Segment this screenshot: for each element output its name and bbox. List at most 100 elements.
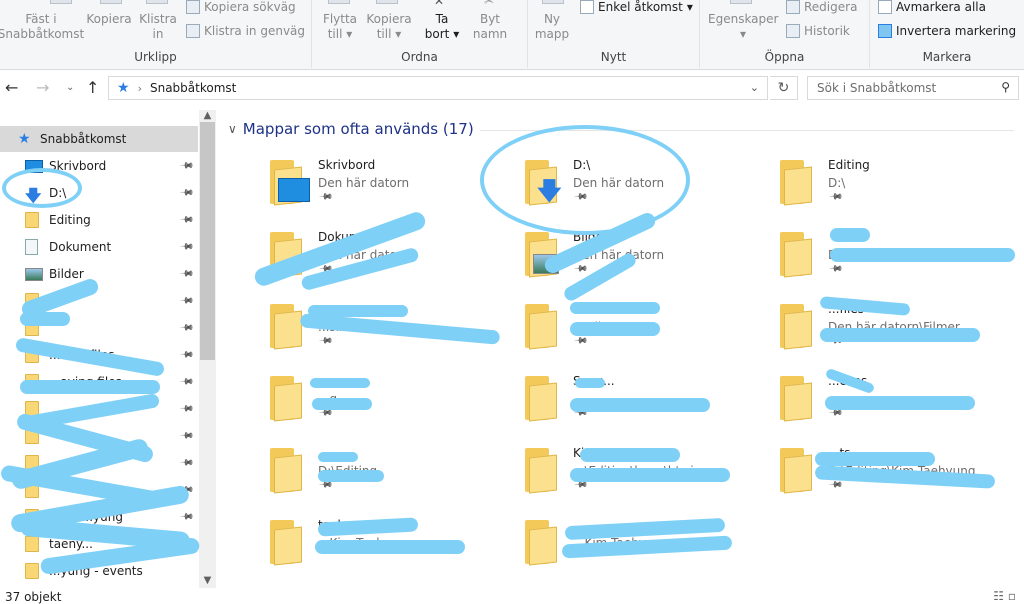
invert-selection-button[interactable]: Invertera markering <box>878 24 1016 38</box>
redaction-mark <box>825 396 975 410</box>
star-icon: ★ <box>117 80 130 96</box>
scrollbar-thumb[interactable] <box>200 122 215 360</box>
pin-icon: 📌 <box>828 261 844 277</box>
paste-icon <box>146 0 168 4</box>
redaction-mark <box>318 452 358 462</box>
new-folder-button[interactable]: Ny mapp <box>532 12 572 42</box>
frequent-folders-header[interactable]: ∨ Mappar som ofta används (17) <box>228 120 474 138</box>
star-icon: ★ <box>18 131 31 147</box>
document-icon <box>25 239 43 255</box>
pin-icon: 📌 <box>179 374 195 390</box>
copy-to-button[interactable]: Kopiera till ▾ <box>364 12 414 42</box>
address-bar[interactable]: ★ › Snabbåtkomst ⌄ <box>108 76 768 100</box>
scroll-up-icon[interactable]: ▲ <box>199 110 216 121</box>
recent-locations-button[interactable]: ⌄ <box>66 82 74 93</box>
details-view-icon[interactable]: ☷ ▫ <box>993 589 1016 603</box>
history-button[interactable]: Historik <box>786 24 850 38</box>
properties-icon <box>730 0 752 4</box>
redaction-mark <box>20 312 70 326</box>
properties-button[interactable]: Egenskaper ▾ <box>708 12 778 42</box>
back-button[interactable]: ← <box>5 78 18 97</box>
copy-to-icon <box>376 0 398 4</box>
pin-icon: 📌 <box>179 347 195 363</box>
search-input[interactable]: Sök i Snabbåtkomst ⚲ <box>807 76 1019 100</box>
chevron-right-icon[interactable]: › <box>138 82 142 95</box>
pin-icon: 📌 <box>179 158 195 174</box>
redaction-mark <box>570 468 730 482</box>
pin-icon: 📌 <box>179 185 195 201</box>
folder-icon <box>778 376 812 422</box>
move-icon <box>328 0 350 4</box>
folder-icon <box>778 448 812 494</box>
redaction-mark <box>830 248 1015 262</box>
redaction-mark <box>20 380 160 394</box>
folder-tile[interactable]: ...g📌 <box>268 372 508 436</box>
sidebar-item[interactable]: ★ Snabbåtkomst <box>0 126 198 152</box>
ribbon-group-urklipp: Fäst i Snabbåtkomst Kopiera Klistra in K… <box>0 0 312 68</box>
status-bar: 37 objekt ☷ ▫ <box>0 588 1024 604</box>
address-dropdown-button[interactable]: ⌄ <box>750 81 759 94</box>
pin-icon: 📌 <box>318 189 334 205</box>
folder-icon <box>523 304 557 350</box>
collapse-chevron-icon[interactable]: ∨ <box>228 122 237 136</box>
item-count: 37 objekt <box>5 590 62 604</box>
folder-icon <box>268 304 302 350</box>
refresh-button[interactable]: ↻ <box>770 76 798 100</box>
select-none-button[interactable]: Avmarkera alla <box>878 0 986 14</box>
redaction-mark <box>570 302 660 314</box>
sidebar-item-label: Editing <box>49 213 91 227</box>
redaction-mark <box>815 452 935 466</box>
pin-to-quick-access-button[interactable]: Fäst i Snabbåtkomst <box>0 12 86 42</box>
sidebar-item-label: Dokument <box>49 240 112 254</box>
redaction-mark <box>480 125 690 235</box>
edit-button[interactable]: Redigera <box>786 0 857 14</box>
easy-access-icon <box>580 0 594 14</box>
redaction-mark <box>820 328 980 342</box>
desktop-icon <box>278 178 310 202</box>
sidebar-item[interactable]: Dokument 📌 <box>0 234 198 260</box>
invert-selection-icon <box>878 24 892 38</box>
rename-icon: ✂ <box>484 0 495 8</box>
ribbon-group-nytt: Ny mapp Enkel åtkomst ▾ Nytt <box>528 0 700 68</box>
forward-button[interactable]: → <box>36 78 49 97</box>
breadcrumb-quick-access[interactable]: Snabbåtkomst <box>150 81 236 95</box>
folder-name: Skrivbord <box>318 158 376 172</box>
move-to-button[interactable]: Flytta till ▾ <box>318 12 362 42</box>
pin-icon: 📌 <box>179 239 195 255</box>
history-icon <box>786 24 800 38</box>
pin-icon: 📌 <box>318 333 334 349</box>
folder-tile[interactable]: Editing D:\ 📌 <box>778 156 1018 220</box>
paste-button[interactable]: Klistra in <box>136 12 180 42</box>
pin-icon: 📌 <box>828 189 844 205</box>
folder-icon <box>778 232 812 278</box>
sidebar-item[interactable]: Editing 📌 <box>0 207 198 233</box>
sidebar-scrollbar[interactable]: ▲ ▼ <box>199 110 216 588</box>
copy-icon <box>100 0 122 4</box>
pin-icon: 📌 <box>179 455 195 471</box>
new-folder-icon <box>542 0 564 4</box>
folder-icon <box>778 304 812 350</box>
easy-access-button[interactable]: Enkel åtkomst ▾ <box>580 0 693 14</box>
folder-tile[interactable]: Skrivbord Den här datorn 📌 <box>268 156 508 220</box>
group-label: Ordna <box>401 50 438 64</box>
pin-icon: 📌 <box>573 261 589 277</box>
paste-shortcut-button[interactable]: Klistra in genväg <box>186 24 305 38</box>
ribbon-group-markera: Avmarkera alla Invertera markering Marke… <box>870 0 1024 68</box>
folder-location: D:\ <box>828 176 846 190</box>
redaction-mark <box>310 378 370 388</box>
ribbon: Fäst i Snabbåtkomst Kopiera Klistra in K… <box>0 0 1024 70</box>
redaction-mark <box>318 470 384 482</box>
up-button[interactable]: ↑ <box>86 78 99 97</box>
pin-icon: 📌 <box>179 320 195 336</box>
copy-button[interactable]: Kopiera <box>84 12 134 27</box>
copy-path-button[interactable]: Kopiera sökväg <box>186 0 296 14</box>
folder-icon <box>268 376 302 422</box>
sidebar-item[interactable]: Bilder 📌 <box>0 261 198 287</box>
group-label: Urklipp <box>134 50 177 64</box>
folder-tile[interactable]: D:\Editing📌 <box>268 444 508 508</box>
ribbon-group-ordna: Flytta till ▾ Kopiera till ▾ Ta bort ▾ B… <box>312 0 528 68</box>
delete-button[interactable]: Ta bort ▾ <box>424 12 460 42</box>
scroll-down-icon[interactable]: ▼ <box>199 575 216 586</box>
redaction-mark <box>315 540 465 554</box>
rename-button[interactable]: Byt namn <box>470 12 510 42</box>
